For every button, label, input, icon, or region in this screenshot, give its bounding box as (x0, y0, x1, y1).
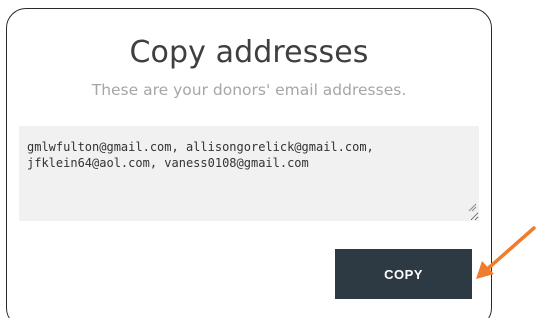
dialog-title: Copy addresses (129, 35, 369, 70)
resize-grip-icon[interactable] (467, 202, 477, 212)
copy-addresses-dialog: Copy addresses These are your donors' em… (6, 8, 492, 318)
dialog-subtitle: These are your donors' email addresses. (91, 81, 407, 99)
email-addresses-textarea[interactable]: gmlwfulton@gmail.com, allisongorelick@gm… (19, 126, 479, 221)
copy-button[interactable]: COPY (335, 249, 472, 299)
arrow-icon (476, 226, 536, 279)
